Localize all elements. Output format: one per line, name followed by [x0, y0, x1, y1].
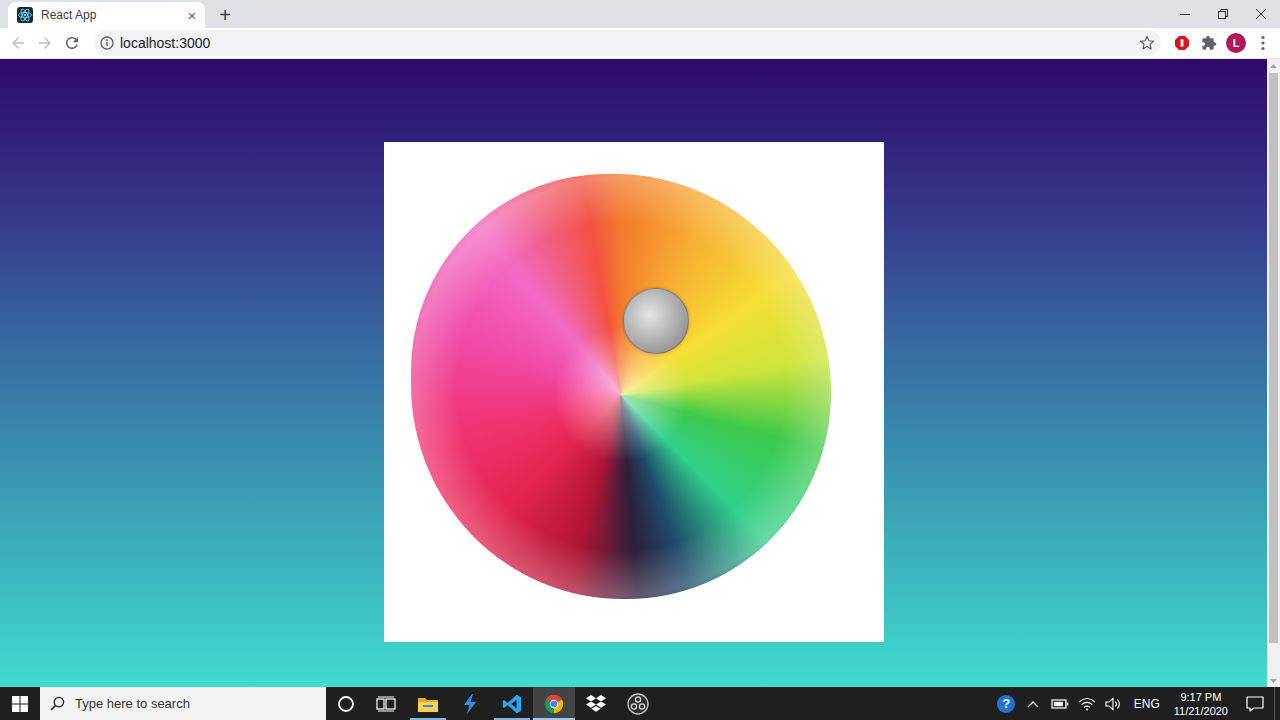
chevron-up-icon [1027, 700, 1039, 708]
tab-title: React App [41, 6, 176, 24]
show-desktop-button[interactable] [1274, 687, 1280, 720]
scroll-thumb[interactable] [1269, 73, 1278, 643]
lightning-bolt-icon [460, 693, 480, 715]
back-button[interactable] [5, 30, 31, 56]
taskbar-app[interactable] [449, 687, 491, 720]
browser-tab[interactable]: React App × [8, 2, 205, 28]
search-input[interactable] [75, 694, 316, 714]
kebab-menu-icon [1261, 35, 1265, 51]
start-button[interactable] [0, 687, 40, 720]
language-indicator[interactable]: ENG [1128, 687, 1166, 720]
profile-avatar: L [1226, 33, 1246, 53]
page-background [0, 59, 1267, 687]
info-icon[interactable] [100, 36, 114, 50]
magnifier-lens[interactable] [623, 288, 689, 354]
hidden-icons-button[interactable] [1020, 687, 1047, 720]
running-indicator [410, 718, 446, 720]
scrollbar[interactable] [1267, 59, 1280, 687]
scroll-down-button[interactable] [1267, 674, 1280, 687]
extensions-button[interactable] [1196, 30, 1222, 56]
cortana-circle-icon [337, 695, 355, 713]
adblock-shield-icon [1174, 35, 1190, 51]
taskbar-clock[interactable]: 9:17 PM11/21/2020 [1166, 687, 1236, 720]
obs-logo-icon [627, 693, 649, 715]
reload-icon [63, 34, 81, 52]
device-tray-button[interactable] [1047, 687, 1074, 720]
help-tray-button[interactable]: ? [993, 687, 1020, 720]
react-favicon-icon [17, 7, 33, 23]
scroll-track [1267, 72, 1280, 674]
tab-close-button[interactable]: × [184, 7, 200, 23]
browser-toolbar: localhost:3000 L [0, 28, 1280, 59]
image-panel [384, 142, 884, 642]
reload-button[interactable] [59, 30, 85, 56]
dropbox-logo-icon [585, 694, 607, 714]
restore-icon [1218, 9, 1228, 19]
vscode-logo-icon [501, 693, 523, 715]
back-arrow-icon [9, 34, 27, 52]
running-indicator [533, 718, 575, 720]
taskbar-app[interactable] [617, 687, 659, 720]
task-view-icon [376, 696, 396, 712]
browser-window: React App×+localhost:3000L?ENG9:17 PM11/… [0, 0, 1280, 720]
scroll-up-button[interactable] [1267, 59, 1280, 72]
bookmark-star-icon[interactable] [1139, 35, 1155, 51]
forward-button[interactable] [32, 30, 58, 56]
clock-date: 11/21/2020 [1174, 704, 1228, 718]
folder-icon [417, 694, 439, 714]
taskbar-spacer [659, 687, 993, 720]
battery-icon [1051, 698, 1069, 710]
taskbar-search[interactable] [40, 687, 326, 720]
clock-time: 9:17 PM [1180, 690, 1221, 704]
volume-button[interactable] [1101, 687, 1128, 720]
close-icon [1256, 9, 1266, 19]
windows-logo-icon [12, 696, 28, 712]
chrome-logo-icon [543, 693, 565, 715]
url-text[interactable]: localhost:3000 [120, 33, 1133, 54]
forward-arrow-icon [36, 34, 54, 52]
new-tab-button[interactable]: + [211, 2, 239, 28]
taskbar: ?ENG9:17 PM11/21/2020 [0, 687, 1280, 720]
adblock-extension-button[interactable] [1169, 30, 1195, 56]
tab-strip: React App × + [0, 0, 1280, 28]
speaker-icon [1105, 697, 1123, 711]
cortana-button[interactable] [326, 687, 366, 720]
taskbar-app[interactable] [575, 687, 617, 720]
flower-photo[interactable] [411, 174, 831, 599]
puzzle-icon [1201, 35, 1217, 51]
menu-button[interactable] [1250, 30, 1276, 56]
up-triangle-icon [1270, 64, 1277, 68]
wifi-icon [1078, 697, 1096, 711]
help-badge: ? [997, 695, 1015, 713]
search-icon [50, 696, 65, 711]
down-triangle-icon [1270, 679, 1277, 683]
minimize-icon [1180, 9, 1190, 19]
taskbar-app[interactable] [533, 687, 575, 720]
address-bar[interactable]: localhost:3000 [94, 30, 1161, 56]
action-center-button[interactable] [1236, 687, 1274, 720]
restore-button[interactable] [1204, 0, 1242, 28]
network-button[interactable] [1074, 687, 1101, 720]
notification-icon [1246, 696, 1264, 712]
taskbar-app[interactable] [407, 687, 449, 720]
profile-button[interactable]: L [1223, 30, 1249, 56]
page-viewport [0, 59, 1280, 687]
task-view-button[interactable] [366, 687, 406, 720]
taskbar-app[interactable] [491, 687, 533, 720]
close-window-button[interactable] [1242, 0, 1280, 28]
minimize-button[interactable] [1166, 0, 1204, 28]
running-indicator [494, 718, 530, 720]
